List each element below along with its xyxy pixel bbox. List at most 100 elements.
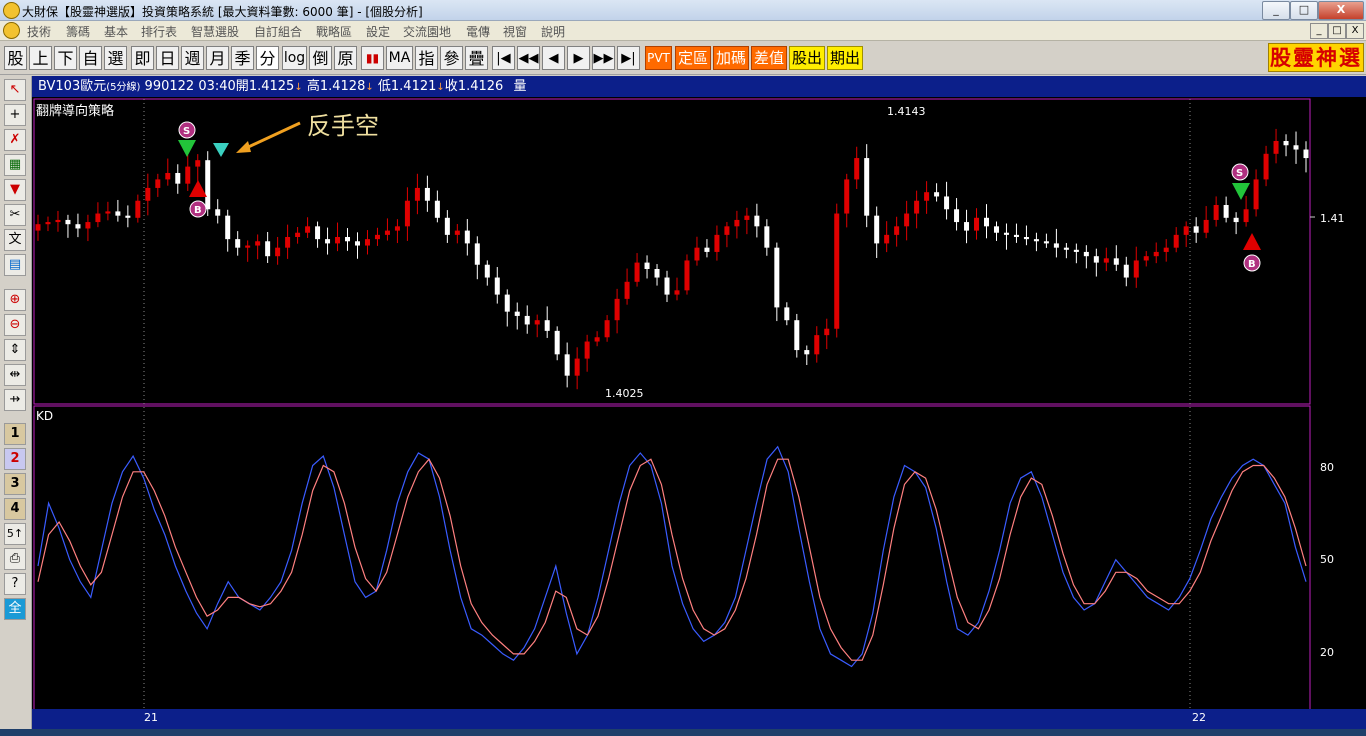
- candle-body: [245, 245, 251, 248]
- nav-fast-forward-button[interactable]: ▶▶: [592, 46, 615, 70]
- candle-body: [1173, 234, 1179, 248]
- nav-forward-button[interactable]: ▶: [567, 46, 590, 70]
- sell-signal-letter-2: S: [1236, 168, 1243, 179]
- marker-tool-icon[interactable]: ▼: [4, 179, 26, 201]
- maximize-button[interactable]: □: [1290, 1, 1318, 20]
- mdi-close-button[interactable]: X: [1346, 23, 1364, 39]
- toolbar-original-button[interactable]: 原: [334, 46, 357, 70]
- low-price-label: 1.4025: [605, 387, 644, 400]
- candle-body: [824, 328, 830, 336]
- candle-body: [1263, 153, 1269, 180]
- toolbar-minute-button[interactable]: 分: [256, 46, 279, 70]
- mdi-restore-button[interactable]: □: [1328, 23, 1346, 39]
- menu-item-chips[interactable]: 籌碼: [66, 23, 90, 40]
- crosshair-tool-icon[interactable]: +: [4, 104, 26, 126]
- menu-logo-icon[interactable]: [3, 22, 20, 39]
- menu-item-smart-select[interactable]: 智慧選股: [191, 23, 239, 40]
- layout-5-icon[interactable]: 5↑: [4, 523, 26, 545]
- nav-back-button[interactable]: ◀: [542, 46, 565, 70]
- toolbar-up-button[interactable]: 上: [29, 46, 52, 70]
- layout-2-icon[interactable]: 2: [4, 448, 26, 470]
- difference-button[interactable]: 差值: [751, 46, 787, 70]
- add-position-button[interactable]: 加碼: [713, 46, 749, 70]
- candle-body: [195, 160, 201, 167]
- stock-exit-button[interactable]: 股出: [789, 46, 825, 70]
- print-icon[interactable]: ⎙: [4, 548, 26, 570]
- menu-item-forum[interactable]: 交流園地: [403, 23, 451, 40]
- symbol-label: BV103歐元: [38, 79, 107, 94]
- x-axis-label-21: 21: [144, 711, 158, 724]
- fixed-zone-button[interactable]: 定區: [675, 46, 711, 70]
- toolbar-custom-button[interactable]: 自: [79, 46, 102, 70]
- toolbar-weekly-button[interactable]: 週: [181, 46, 204, 70]
- chart-canvas[interactable]: 翻牌導向策略 KD 1.4143 1.4025 1.41 80 50 20 反手…: [32, 97, 1366, 736]
- toolbar-select-button[interactable]: 選: [104, 46, 127, 70]
- high-label: 高: [306, 79, 320, 94]
- fullscreen-icon[interactable]: 全: [4, 598, 26, 620]
- menu-item-technical[interactable]: 技術: [27, 23, 51, 40]
- candle-body: [1143, 256, 1149, 261]
- menu-item-strategy-area[interactable]: 戰略區: [316, 23, 352, 40]
- menu-item-help[interactable]: 說明: [541, 23, 565, 40]
- quote-info-bar: BV103歐元(5分線) 990122 03:40開1.4125↓ 高1.412…: [32, 76, 1366, 97]
- text-tool-icon[interactable]: 文: [4, 229, 26, 251]
- toolbar-ma-button[interactable]: MA: [386, 46, 413, 70]
- mdi-minimize-button[interactable]: _: [1310, 23, 1328, 39]
- toolbar-candle-button[interactable]: ▮▮: [361, 46, 384, 70]
- toolbar-down-button[interactable]: 下: [54, 46, 77, 70]
- candle-body: [1083, 251, 1089, 257]
- nav-fast-back-button[interactable]: ◀◀: [517, 46, 540, 70]
- compress-horizontal-icon[interactable]: ⇸: [4, 389, 26, 411]
- toolbar-invert-button[interactable]: 倒: [309, 46, 332, 70]
- buy-signal-letter-2: B: [1248, 259, 1256, 270]
- candle-body: [984, 217, 990, 227]
- expand-horizontal-icon[interactable]: ⇹: [4, 364, 26, 386]
- layout-4-icon[interactable]: 4: [4, 498, 26, 520]
- candle-body: [135, 200, 141, 218]
- candle-body: [704, 247, 710, 252]
- vertical-scale-icon[interactable]: ⇕: [4, 339, 26, 361]
- nav-last-button[interactable]: ▶|: [617, 46, 640, 70]
- candle-body: [444, 217, 450, 235]
- help-icon[interactable]: ?: [4, 573, 26, 595]
- toolbar-monthly-button[interactable]: 月: [206, 46, 229, 70]
- menu-item-settings[interactable]: 設定: [366, 23, 390, 40]
- zoom-out-icon[interactable]: ⊖: [4, 314, 26, 336]
- toolbar-overlay-button[interactable]: 疊: [465, 46, 488, 70]
- candle-body: [664, 277, 670, 295]
- menu-item-fundamental[interactable]: 基本: [104, 23, 128, 40]
- reverse-short-annotation: 反手空: [307, 112, 379, 140]
- candle-body: [285, 237, 291, 248]
- toolbar-stock-button[interactable]: 股: [4, 46, 27, 70]
- menu-item-ranking[interactable]: 排行表: [141, 23, 177, 40]
- toolbar-realtime-button[interactable]: 即: [131, 46, 154, 70]
- menu-item-window[interactable]: 視窗: [503, 23, 527, 40]
- candle-body: [275, 247, 281, 257]
- panel-tool-icon[interactable]: ▤: [4, 254, 26, 276]
- close-button[interactable]: X: [1318, 1, 1364, 20]
- futures-exit-button[interactable]: 期出: [827, 46, 863, 70]
- candle-body: [954, 209, 960, 223]
- candle-body: [544, 320, 550, 331]
- toolbar-indicator-button[interactable]: 指: [415, 46, 438, 70]
- pvt-button[interactable]: PVT: [645, 46, 672, 70]
- toolbar-parameter-button[interactable]: 參: [440, 46, 463, 70]
- candle-body: [1123, 264, 1129, 278]
- layout-1-icon[interactable]: 1: [4, 423, 26, 445]
- minimize-button[interactable]: _: [1262, 1, 1290, 20]
- grid-tool-icon[interactable]: ▦: [4, 154, 26, 176]
- candle-body: [354, 241, 360, 246]
- toolbar-log-button[interactable]: log: [282, 46, 307, 70]
- menu-item-telex[interactable]: 電傳: [466, 23, 490, 40]
- scissors-tool-icon[interactable]: ✂: [4, 204, 26, 226]
- zoom-in-icon[interactable]: ⊕: [4, 289, 26, 311]
- layout-3-icon[interactable]: 3: [4, 473, 26, 495]
- candle-body: [974, 217, 980, 231]
- nav-first-button[interactable]: |◀: [492, 46, 515, 70]
- toolbar-quarterly-button[interactable]: 季: [231, 46, 254, 70]
- buy-signal-triangle-icon: [189, 180, 207, 197]
- pointer-tool-icon[interactable]: ↖: [4, 79, 26, 101]
- menu-item-custom-portfolio[interactable]: 自訂組合: [254, 23, 302, 40]
- toolbar-daily-button[interactable]: 日: [156, 46, 179, 70]
- draw-line-tool-icon[interactable]: ✗: [4, 129, 26, 151]
